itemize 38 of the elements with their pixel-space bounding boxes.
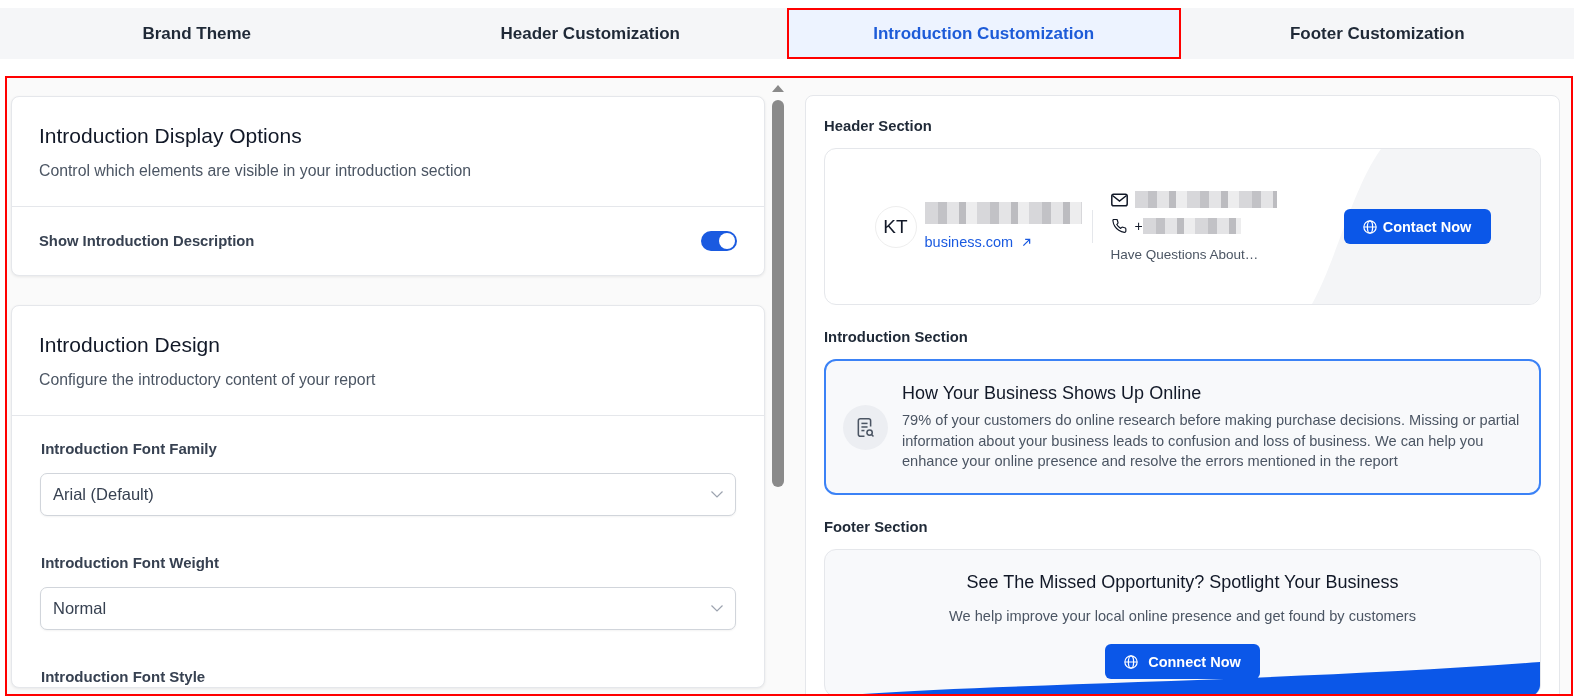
footer-subtitle: We help improve your local online presence and get found by customers bbox=[948, 607, 1417, 626]
website-link[interactable]: business.com bbox=[924, 234, 1014, 250]
footer-title: See The Missed Opportunity? Spotlight Your Business bbox=[965, 571, 1400, 593]
phone-prefix: + bbox=[1134, 217, 1143, 234]
card-subtitle: Configure the introductory content of your report bbox=[39, 370, 377, 390]
card-title: Introduction Design bbox=[39, 332, 221, 358]
chevron-down-icon bbox=[711, 491, 723, 498]
external-link-icon bbox=[1022, 237, 1032, 247]
initials-avatar: KT bbox=[874, 205, 917, 248]
field-label: Introduction Font Family bbox=[40, 439, 218, 459]
card-title: Introduction Display Options bbox=[39, 123, 303, 149]
section-heading: Footer Section bbox=[824, 518, 929, 537]
tab[interactable]: Footer Customization bbox=[1180, 8, 1574, 59]
tab[interactable]: Header Customization bbox=[393, 8, 787, 59]
card-subtitle: Control which elements are visible in your introduction section bbox=[39, 161, 472, 181]
tagline: Have Questions About… bbox=[1110, 245, 1260, 264]
mail-icon bbox=[1110, 192, 1128, 207]
dropdown-select[interactable]: Normal bbox=[40, 587, 736, 630]
connect-button[interactable]: Connect Now bbox=[1105, 644, 1260, 679]
phone-icon bbox=[1110, 218, 1128, 233]
document-search-icon bbox=[843, 404, 888, 450]
toggle-switch[interactable] bbox=[701, 231, 737, 251]
scrollbar-thumb[interactable] bbox=[772, 100, 784, 487]
field-label: Introduction Font Weight bbox=[40, 553, 220, 573]
introduction-description: 79% of your customers do online research before making purchase decisions. Missing or partial information about your business leads to confusion and loss of business. We can help you enhance your online presence and resolve the errors mentioned in the report bbox=[902, 411, 1521, 472]
introduction-title: How Your Business Shows Up Online bbox=[902, 382, 1203, 405]
contact-button[interactable]: Contact Now bbox=[1343, 209, 1491, 244]
scroll-up-arrow-icon[interactable] bbox=[772, 85, 784, 92]
globe-icon bbox=[1362, 219, 1377, 234]
section-heading: Introduction Section bbox=[824, 328, 969, 347]
globe-icon bbox=[1124, 654, 1139, 669]
tab[interactable]: Introduction Customization bbox=[787, 8, 1181, 59]
dropdown-select[interactable]: Arial (Default) bbox=[40, 473, 736, 516]
toggle-label: Show Introduction Description bbox=[39, 233, 255, 249]
chevron-down-icon bbox=[711, 605, 723, 612]
tab[interactable]: Brand Theme bbox=[0, 8, 394, 59]
section-heading: Header Section bbox=[824, 117, 933, 136]
field-label: Introduction Font Style bbox=[40, 667, 207, 687]
